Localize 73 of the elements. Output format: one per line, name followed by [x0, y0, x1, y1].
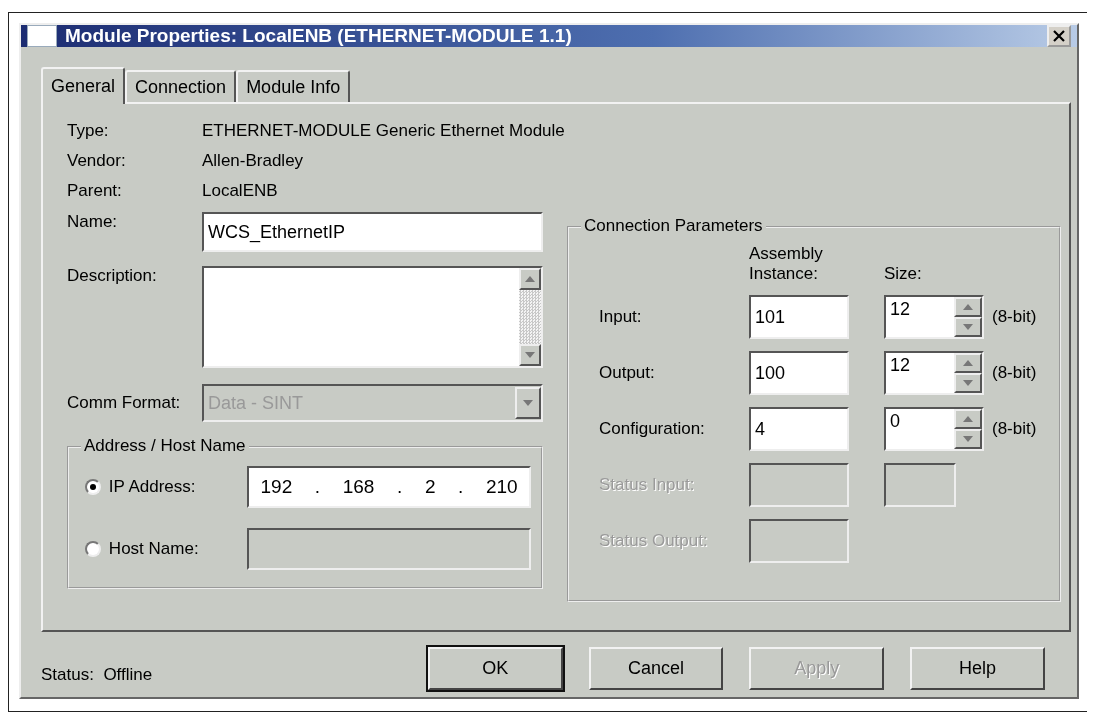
close-icon: [1053, 30, 1065, 42]
ip-octet: 2: [424, 476, 436, 498]
dialog-button[interactable]: OK: [427, 646, 563, 690]
column-header: Assembly Instance:: [749, 244, 824, 284]
octet-dot: .: [397, 476, 403, 498]
down-triangle-icon: [963, 380, 973, 387]
radio-button[interactable]: [85, 479, 101, 495]
tab[interactable]: General: [41, 67, 126, 104]
tab[interactable]: Connection: [125, 70, 237, 102]
ip-octet: 168: [342, 476, 375, 498]
spin-up-button[interactable]: [954, 409, 982, 430]
dialog-button[interactable]: Help: [910, 646, 1045, 690]
window-icon: [27, 25, 57, 47]
spin-down-button[interactable]: [954, 317, 982, 338]
parameter-label: Output:: [599, 363, 656, 384]
size-value: 0: [889, 410, 901, 434]
field-label: Parent:: [67, 181, 123, 201]
instance-field[interactable]: 101: [749, 295, 849, 340]
window-title: Module Properties: LocalENB (ETHERNET-MODULE 1.1): [65, 25, 573, 47]
unit-label: (8-bit): [991, 363, 1038, 384]
field-label: Vendor:: [67, 151, 127, 171]
status-text: Status: Offline: [41, 664, 154, 685]
instance-field[interactable]: 4: [749, 407, 849, 452]
down-triangle-icon: [523, 400, 533, 406]
scrollbar[interactable]: [519, 268, 541, 366]
field-label: Type:: [67, 121, 110, 141]
field-value: ETHERNET-MODULE Generic Ethernet Module: [202, 121, 565, 141]
up-triangle-icon: [963, 304, 973, 311]
down-triangle-icon: [963, 436, 973, 443]
instance-field[interactable]: 100: [749, 351, 849, 396]
dialog-button[interactable]: Cancel: [588, 646, 724, 690]
radio-label: IP Address:: [108, 477, 197, 497]
unit-label: (8-bit): [991, 419, 1038, 440]
name-field[interactable]: WCS_EthernetIP: [202, 212, 543, 252]
size-value: 12: [889, 298, 912, 322]
ip-octet: 192: [260, 476, 293, 498]
scroll-up-button[interactable]: [519, 268, 541, 290]
spin-up-button[interactable]: [954, 353, 982, 374]
radio-label: Host Name:: [108, 539, 200, 559]
size-spinner[interactable]: 0: [884, 407, 984, 452]
parameter-label: Input:: [599, 307, 643, 328]
field-label: Name:: [67, 212, 119, 232]
close-button[interactable]: [1047, 25, 1071, 47]
unit-label: (8-bit): [991, 307, 1038, 328]
up-triangle-icon: [963, 416, 973, 423]
scroll-down-button[interactable]: [519, 344, 541, 366]
field-label: Description:: [67, 266, 158, 286]
ip-octet: 210: [485, 476, 518, 498]
field-value: LocalENB: [202, 181, 278, 201]
down-triangle-icon: [525, 352, 535, 358]
parameter-label: Status Input:: [599, 475, 696, 496]
size-value: 12: [889, 354, 912, 378]
spin-up-button[interactable]: [954, 297, 982, 318]
parameter-label: Configuration:: [599, 419, 706, 440]
size-spinner[interactable]: 12: [884, 351, 984, 396]
ip-address-field[interactable]: 192 . 168 . 2 . 210: [247, 466, 531, 508]
parameter-label: Status Output:: [599, 531, 709, 552]
field-label: Comm Format:: [67, 393, 182, 413]
octet-dot: .: [458, 476, 464, 498]
description-field[interactable]: [202, 266, 543, 368]
spin-down-button[interactable]: [954, 373, 982, 394]
down-triangle-icon: [963, 324, 973, 331]
host-name-field[interactable]: [247, 528, 531, 570]
size-spinner[interactable]: 12: [884, 295, 984, 340]
up-triangle-icon: [963, 360, 973, 367]
column-header: Size:: [884, 263, 923, 284]
tab[interactable]: Module Info: [236, 70, 351, 102]
up-triangle-icon: [525, 276, 535, 282]
field-value: Allen-Bradley: [202, 151, 304, 171]
spin-down-button[interactable]: [954, 429, 982, 450]
octet-dot: .: [314, 476, 321, 498]
radio-button[interactable]: [85, 541, 101, 557]
size-field[interactable]: [884, 463, 956, 508]
